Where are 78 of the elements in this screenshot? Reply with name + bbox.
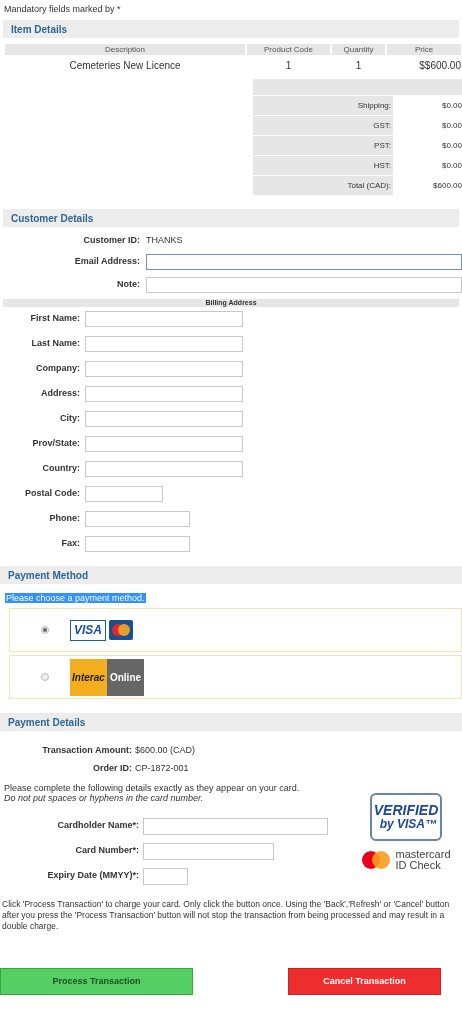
field-label: Company: [35,362,81,376]
total-label: GST: [253,116,393,135]
input-field[interactable] [85,411,243,427]
process-button[interactable]: Process Transaction [0,968,193,995]
input-field[interactable] [85,486,163,502]
payment-option[interactable]: Interac Online [9,655,462,699]
input-field[interactable] [143,817,328,835]
field-label: Customer ID: [82,234,141,248]
payment-option[interactable]: VISA [9,608,462,652]
instructions-text: Please complete the following details exactly as they appear on your card. [4,783,301,793]
input-field[interactable] [85,361,243,377]
field-label: City: [59,412,81,426]
badge-text: by VISA™ [379,817,438,831]
field-label: Transaction Amount: [41,744,133,758]
customer-id: THANKS [146,234,183,248]
total-value: $0.00 [440,160,462,172]
field-value: CP-1872-001 [135,762,189,776]
total-value: $0.00 [440,120,462,132]
total-value: $0.00 [440,140,462,152]
table-cell-text: 1 [354,58,363,73]
field-label: Order ID: [92,762,133,776]
field-label: Last Name: [30,337,81,351]
input-field[interactable] [146,254,462,270]
total-value: $600.00 [432,180,462,192]
radio-button[interactable] [41,673,49,681]
mandatory-note: Mandatory fields marked by * [4,4,121,14]
card-logo: VISA [70,619,106,641]
section-header: Customer Details [3,209,459,227]
field-label: Postal Code: [24,487,81,501]
card-logo-icon [109,619,133,640]
input-field[interactable] [146,277,462,293]
column-header: Quantity [332,44,385,55]
field-label: First Name: [29,312,81,326]
input-field[interactable] [143,842,274,860]
online-logo: Online [107,658,144,696]
input-field[interactable] [85,461,243,477]
total-label: PST: [253,136,393,155]
total-label: HST: [253,156,393,175]
column-header: Product Code [247,44,330,55]
badge-text: VERIFIED [373,803,439,817]
notice-text: Click 'Process Transaction' to charge your card. Only click the button once. Using the 'Back','Refresh' or 'Cancel' button after you press the 'Process Transaction' button will not stop the transaction from being processed and may result in a double charge. [2,899,451,932]
field-label: Cardholder Name*: [56,819,140,833]
column-header: Price [387,44,461,55]
radio-button[interactable] [41,626,49,634]
interac-logo: Interac [70,658,107,696]
total-label: Shipping: [253,96,393,115]
field-label: Prov/State: [31,437,81,451]
section-header: Item Details [3,20,459,38]
prompt-text: Please choose a payment method. [5,593,146,603]
input-field[interactable] [85,436,243,452]
cancel-button[interactable]: Cancel Transaction [288,968,441,995]
input-field[interactable] [85,511,190,527]
overlapping-circles-icon [361,850,392,870]
table-cell-text: Cemeteries New Licence [68,58,182,73]
section-header: Payment Details [0,713,462,731]
field-label: Address: [40,387,81,401]
field-label: Fax: [60,537,81,551]
input-field[interactable] [85,336,243,352]
field-label: Email Address: [73,255,141,269]
input-field[interactable] [143,867,188,885]
badge-text: ID Check [395,860,442,871]
total-value: $0.00 [440,100,462,112]
column-header: Description [5,44,245,55]
hint-text: Do not put spaces or hyphens in the card number. [4,793,205,803]
field-value: $600.00 (CAD) [135,744,196,758]
field-label: Expiry Date (MMYY)*: [46,869,140,883]
field-label: Card Number*: [74,844,140,858]
field-label: Phone: [48,512,81,526]
total-label: Total (CAD): [253,176,393,195]
table-cell-text: $$600.00 [418,58,461,73]
input-field[interactable] [85,536,190,552]
field-label: Note: [116,278,141,292]
section-header: Payment Method [0,566,462,584]
field-label: Country: [41,462,81,476]
input-field[interactable] [85,386,243,402]
table-cell-text: 1 [284,58,293,73]
badge-text: mastercard [395,849,451,860]
input-field[interactable] [85,311,243,327]
